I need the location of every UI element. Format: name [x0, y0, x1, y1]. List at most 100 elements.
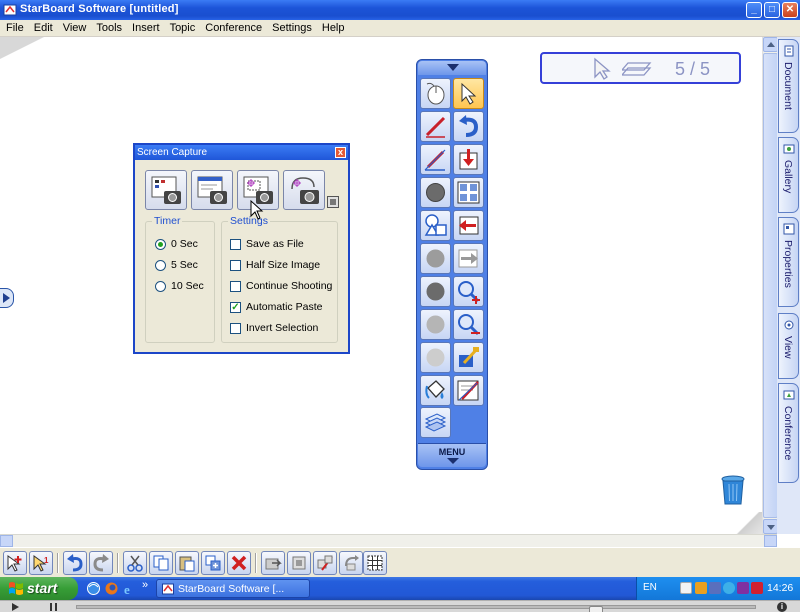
delete-button[interactable] — [227, 551, 251, 575]
quick-launch-firefox-icon[interactable] — [104, 581, 119, 596]
minimize-button[interactable]: _ — [746, 2, 762, 18]
capture-options-toggle[interactable] — [327, 196, 339, 208]
settings-option[interactable]: Half Size Image — [230, 259, 320, 271]
mail-tray-icon[interactable] — [680, 582, 692, 594]
playback-knob[interactable] — [589, 606, 603, 612]
page-sorter-button[interactable] — [453, 177, 484, 208]
pen-tool-button[interactable] — [420, 111, 451, 142]
pen-color-4-button[interactable] — [420, 309, 451, 340]
update-tray-icon[interactable] — [723, 582, 735, 594]
toolbar-collapse-button[interactable] — [418, 61, 486, 75]
menu-edit[interactable]: Edit — [31, 22, 60, 34]
quick-launch-more[interactable]: » — [142, 579, 148, 591]
taskbar-item-starboard[interactable]: StarBoard Software [... — [156, 579, 310, 598]
settings-option[interactable]: ✓ Automatic Paste — [230, 301, 322, 313]
scroll-thumb[interactable] — [763, 53, 778, 518]
play-icon[interactable] — [12, 603, 19, 611]
settings-checkbox[interactable] — [230, 259, 241, 271]
new-page-button[interactable] — [3, 551, 27, 575]
page-curl-previous[interactable] — [0, 37, 44, 59]
quick-launch-browser-icon[interactable] — [86, 581, 101, 596]
page-curl-next[interactable] — [734, 512, 762, 534]
pen-color-5-button[interactable] — [420, 342, 451, 373]
copy-button[interactable] — [149, 551, 173, 575]
scroll-left-button[interactable] — [0, 535, 13, 547]
maximize-button[interactable]: □ — [764, 2, 780, 18]
zoom-out-button[interactable] — [453, 309, 484, 340]
next-page-button[interactable] — [453, 243, 484, 274]
capture-freehand-button[interactable] — [283, 170, 325, 210]
timer-option[interactable]: 0 Sec — [155, 238, 198, 250]
menu-tools[interactable]: Tools — [93, 22, 129, 34]
menu-file[interactable]: File — [3, 22, 31, 34]
clear-button[interactable] — [420, 407, 451, 438]
antivirus-tray-icon[interactable] — [751, 582, 763, 594]
grid-button[interactable] — [363, 551, 387, 575]
pages-icon[interactable] — [622, 59, 652, 79]
trash-can-icon[interactable] — [720, 474, 746, 506]
close-button[interactable]: ✕ — [782, 2, 798, 18]
settings-option[interactable]: Continue Shooting — [230, 280, 332, 292]
pause-icon[interactable] — [50, 603, 57, 611]
menu-view[interactable]: View — [60, 22, 94, 34]
capture-full-screen-button[interactable] — [145, 170, 187, 210]
timer-option[interactable]: 5 Sec — [155, 259, 198, 271]
eraser-tool-button[interactable] — [420, 177, 451, 208]
tab-conference[interactable]: Conference — [778, 383, 799, 483]
scroll-down-button[interactable] — [763, 519, 778, 534]
select-tool-button[interactable] — [453, 78, 484, 109]
insert-page-button[interactable] — [453, 144, 484, 175]
highlighter-tool-button[interactable] — [420, 144, 451, 175]
menu-help[interactable]: Help — [319, 22, 352, 34]
shape-tool-button[interactable] — [420, 210, 451, 241]
send-backward-button[interactable] — [287, 551, 311, 575]
shield-tray-icon[interactable] — [737, 582, 749, 594]
fill-tool-button[interactable] — [420, 375, 451, 406]
quick-launch-ie-icon[interactable]: e — [122, 581, 137, 596]
network-tray-icon[interactable] — [709, 582, 721, 594]
horizontal-scrollbar[interactable] — [0, 534, 777, 547]
info-icon[interactable]: i — [777, 602, 787, 612]
pointer-arrow-icon[interactable] — [591, 57, 613, 81]
playback-track[interactable] — [76, 605, 756, 612]
group-objects-button[interactable] — [313, 551, 337, 575]
vertical-scrollbar[interactable] — [762, 37, 778, 534]
toolbar-menu-button[interactable]: MENU — [418, 443, 486, 467]
whiteboard-canvas[interactable] — [0, 37, 762, 534]
duplicate-button[interactable] — [201, 551, 225, 575]
timer-radio[interactable] — [155, 238, 166, 250]
settings-option[interactable]: Save as File — [230, 238, 304, 250]
scroll-up-button[interactable] — [763, 37, 778, 52]
cut-button[interactable] — [123, 551, 147, 575]
scroll-right-button[interactable] — [764, 535, 777, 547]
pen-color-2-button[interactable] — [420, 243, 451, 274]
rotate-button[interactable] — [339, 551, 363, 575]
language-indicator[interactable]: EN — [643, 582, 657, 593]
dialog-close-button[interactable]: x — [335, 147, 346, 158]
previous-page-button[interactable] — [453, 210, 484, 241]
menu-insert[interactable]: Insert — [129, 22, 167, 34]
left-panel-toggle[interactable] — [0, 288, 14, 308]
page-one-button[interactable]: 1 — [29, 551, 53, 575]
capture-window-button[interactable] — [191, 170, 233, 210]
paste-button[interactable] — [175, 551, 199, 575]
timer-radio[interactable] — [155, 280, 166, 292]
security-tray-icon[interactable] — [695, 582, 707, 594]
tab-document[interactable]: Document — [778, 39, 799, 133]
zoom-in-button[interactable] — [453, 276, 484, 307]
tab-gallery[interactable]: Gallery — [778, 137, 799, 213]
settings-option[interactable]: Invert Selection — [230, 322, 318, 334]
timer-radio[interactable] — [155, 259, 166, 271]
tab-view[interactable]: View — [778, 313, 799, 379]
menu-topic[interactable]: Topic — [167, 22, 203, 34]
start-button[interactable]: start — [0, 577, 78, 600]
tools-button[interactable] — [453, 342, 484, 373]
menu-settings[interactable]: Settings — [269, 22, 319, 34]
mouse-mode-button[interactable] — [420, 78, 451, 109]
timer-option[interactable]: 10 Sec — [155, 280, 204, 292]
redo-action-button[interactable] — [89, 551, 113, 575]
settings-checkbox[interactable]: ✓ — [230, 301, 241, 313]
settings-checkbox[interactable] — [230, 280, 241, 292]
settings-checkbox[interactable] — [230, 322, 241, 334]
bring-forward-button[interactable] — [261, 551, 285, 575]
